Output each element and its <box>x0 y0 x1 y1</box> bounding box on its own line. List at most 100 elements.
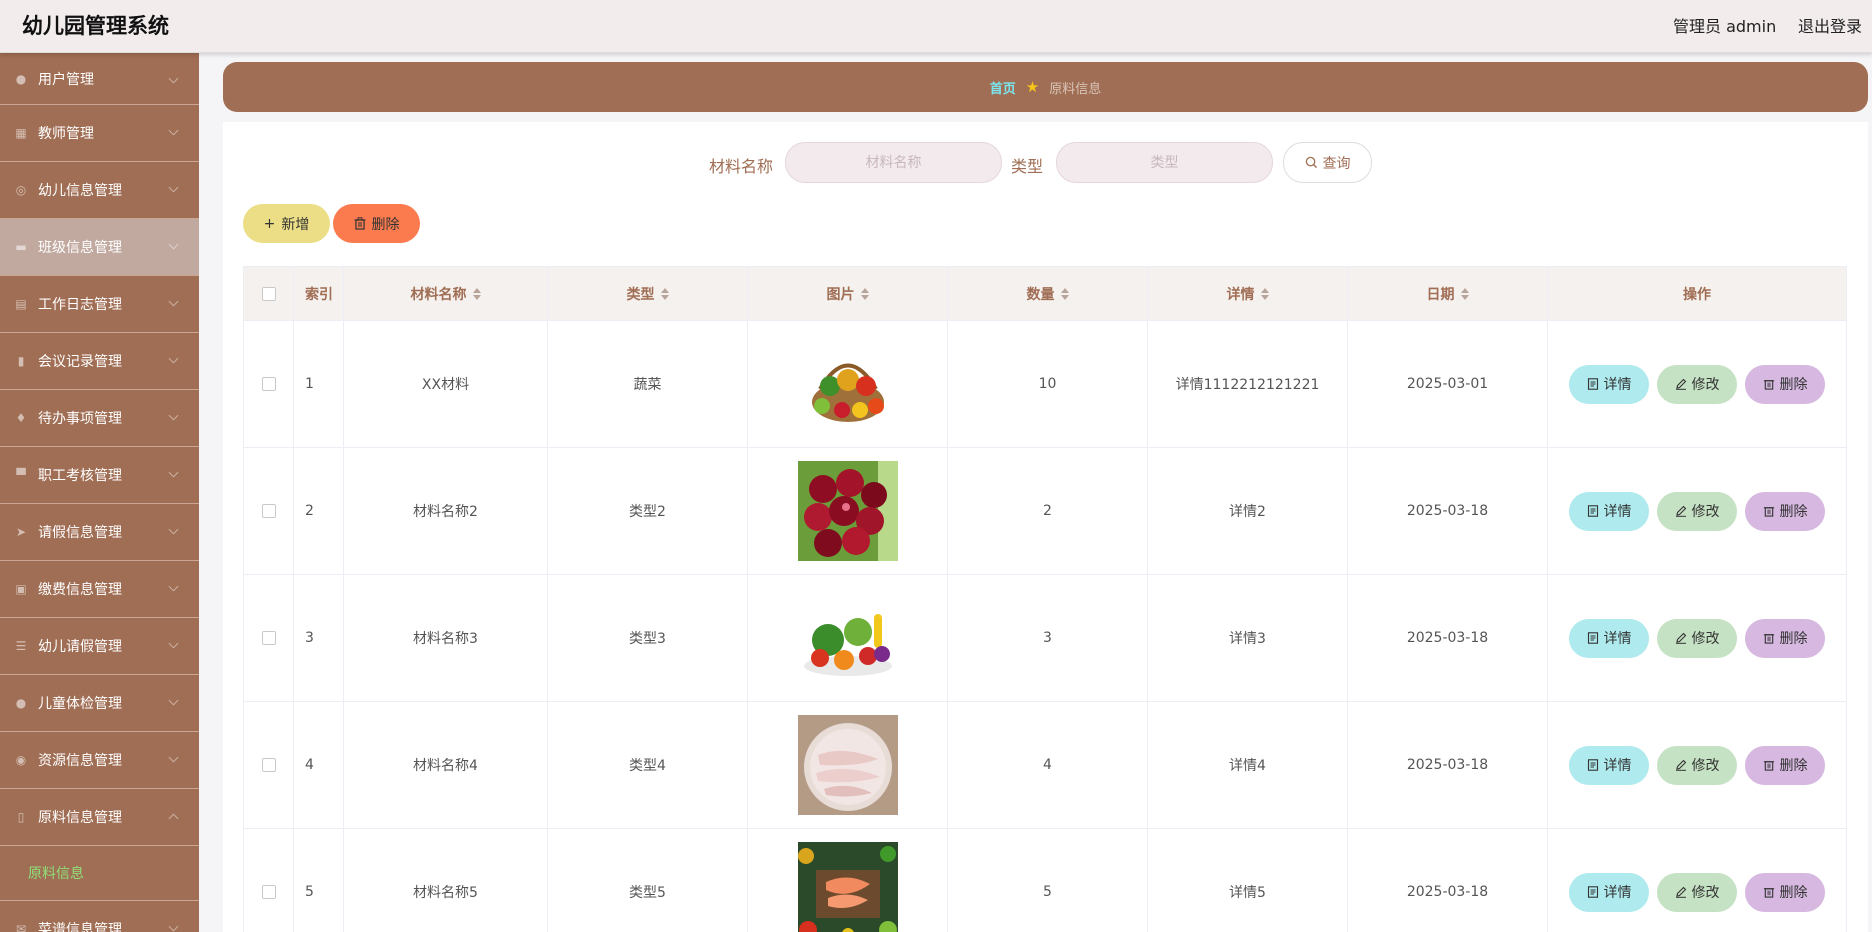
row-edit-button[interactable]: 修改 <box>1657 618 1737 658</box>
cell-image <box>747 575 947 701</box>
material-thumbnail[interactable] <box>797 461 898 561</box>
row-delete-label: 删除 <box>1779 885 1808 901</box>
table-row: 1 XX材料 蔬菜 10 详情1112212121221 2025-03-01 详情 修改 删除 <box>243 321 1847 448</box>
row-detail-label: 详情 <box>1603 377 1632 393</box>
type-input[interactable] <box>1056 142 1273 183</box>
cell-date: 2025-03-18 <box>1347 702 1547 828</box>
sidebar-item-health-check[interactable]: ● 儿童体检管理 <box>0 675 199 732</box>
cell-type: 类型4 <box>547 702 747 828</box>
row-check-cell <box>243 448 293 574</box>
sidebar-item-todo[interactable]: ♦ 待办事项管理 <box>0 390 199 447</box>
sidebar-item-work-log[interactable]: ▤ 工作日志管理 <box>0 276 199 333</box>
chevron-down-icon <box>168 581 179 592</box>
document-icon <box>1587 632 1598 644</box>
document-icon <box>1587 378 1598 390</box>
sidebar-item-label: 请假信息管理 <box>38 525 122 541</box>
sidebar-item-resources[interactable]: ◉ 资源信息管理 <box>0 732 199 789</box>
material-name-input[interactable] <box>785 142 1002 183</box>
row-detail-button[interactable]: 详情 <box>1569 491 1649 531</box>
row-checkbox[interactable] <box>261 758 276 772</box>
select-all-checkbox[interactable] <box>261 286 276 301</box>
sidebar-item-child-leave[interactable]: ☰ 幼儿请假管理 <box>0 618 199 675</box>
row-checkbox[interactable] <box>261 377 276 391</box>
chevron-down-icon <box>168 524 179 535</box>
cell-type: 类型5 <box>547 829 747 932</box>
batch-delete-button[interactable]: 删除 <box>333 204 420 243</box>
row-checkbox[interactable] <box>261 504 276 518</box>
sidebar-item-label: 工作日志管理 <box>38 297 122 313</box>
material-thumbnail[interactable] <box>797 334 898 434</box>
sidebar-item-teachers[interactable]: ▦ 教师管理 <box>0 105 199 162</box>
send-icon: ➤ <box>15 525 27 539</box>
cell-index: 1 <box>293 321 343 447</box>
header-qty[interactable]: 数量 <box>947 267 1147 320</box>
row-check-cell <box>243 321 293 447</box>
row-checkbox[interactable] <box>261 631 276 645</box>
row-detail-label: 详情 <box>1603 885 1632 901</box>
sidebar-subitem-materials-info[interactable]: 原料信息 <box>0 846 199 901</box>
row-edit-button[interactable]: 修改 <box>1657 872 1737 912</box>
material-name-label: 材料名称 <box>709 157 774 176</box>
document-icon <box>1587 759 1598 771</box>
grid-icon: ▦ <box>15 126 27 140</box>
sidebar-item-label: 教师管理 <box>38 126 94 142</box>
header-image[interactable]: 图片 <box>747 267 947 320</box>
header-detail[interactable]: 详情 <box>1147 267 1347 320</box>
header-name[interactable]: 材料名称 <box>343 267 547 320</box>
row-delete-button[interactable]: 删除 <box>1745 491 1825 531</box>
sidebar-item-payment[interactable]: ▣ 缴费信息管理 <box>0 561 199 618</box>
header-type[interactable]: 类型 <box>547 267 747 320</box>
breadcrumb-home-link[interactable]: 首页 <box>990 78 1016 97</box>
cell-qty: 4 <box>947 702 1147 828</box>
header-date[interactable]: 日期 <box>1347 267 1547 320</box>
table-row: 2 材料名称2 类型2 2 详情2 2025-03-18 详情 修改 删除 <box>243 448 1847 575</box>
sidebar-item-staff-eval[interactable]: ▀ 职工考核管理 <box>0 447 199 504</box>
row-detail-button[interactable]: 详情 <box>1569 872 1649 912</box>
row-checkbox[interactable] <box>261 885 276 899</box>
material-thumbnail[interactable] <box>797 715 898 815</box>
search-icon <box>1305 156 1317 169</box>
row-delete-label: 删除 <box>1779 377 1808 393</box>
breadcrumb: 首页 ★ 原料信息 <box>223 62 1868 112</box>
material-thumbnail[interactable] <box>797 842 898 932</box>
sidebar-item-children-info[interactable]: ◎ 幼儿信息管理 <box>0 162 199 219</box>
chevron-down-icon <box>168 125 179 136</box>
row-detail-button[interactable]: 详情 <box>1569 364 1649 404</box>
sidebar-item-recipes[interactable]: ✉ 菜谱信息管理 <box>0 901 199 932</box>
row-delete-button[interactable]: 删除 <box>1745 618 1825 658</box>
logout-link[interactable]: 退出登录 <box>1798 13 1862 37</box>
cell-qty: 2 <box>947 448 1147 574</box>
sort-icon <box>1060 287 1069 300</box>
cell-image <box>747 321 947 447</box>
query-button[interactable]: 查询 <box>1283 142 1372 183</box>
row-detail-button[interactable]: 详情 <box>1569 745 1649 785</box>
pencil-icon <box>1675 886 1686 898</box>
sidebar-subitem-label: 原料信息 <box>28 866 84 882</box>
sidebar-item-users[interactable]: ● 用户管理 <box>0 53 199 105</box>
cell-date: 2025-03-01 <box>1347 321 1547 447</box>
cell-date: 2025-03-18 <box>1347 448 1547 574</box>
sidebar-item-class-info[interactable]: ▬ 班级信息管理 <box>0 219 199 276</box>
table-body: 1 XX材料 蔬菜 10 详情1112212121221 2025-03-01 详情 修改 删除… <box>243 321 1847 932</box>
row-edit-button[interactable]: 修改 <box>1657 745 1737 785</box>
row-delete-button[interactable]: 删除 <box>1745 745 1825 785</box>
cell-date: 2025-03-18 <box>1347 829 1547 932</box>
material-thumbnail[interactable] <box>797 588 898 688</box>
sidebar-item-leave[interactable]: ➤ 请假信息管理 <box>0 504 199 561</box>
cell-type: 类型3 <box>547 575 747 701</box>
row-delete-button[interactable]: 删除 <box>1745 364 1825 404</box>
row-edit-button[interactable]: 修改 <box>1657 491 1737 531</box>
trash-icon <box>354 217 365 230</box>
header-index: 索引 <box>293 267 343 320</box>
sidebar-item-materials[interactable]: ▯ 原料信息管理 <box>0 789 199 846</box>
sidebar-item-label: 用户管理 <box>38 71 94 88</box>
add-button[interactable]: + 新增 <box>243 204 330 243</box>
row-delete-button[interactable]: 删除 <box>1745 872 1825 912</box>
sidebar-item-label: 缴费信息管理 <box>38 582 122 598</box>
row-edit-button[interactable]: 修改 <box>1657 364 1737 404</box>
cell-name: 材料名称3 <box>343 575 547 701</box>
row-detail-button[interactable]: 详情 <box>1569 618 1649 658</box>
cell-type: 类型2 <box>547 448 747 574</box>
sidebar-item-meeting[interactable]: ▮ 会议记录管理 <box>0 333 199 390</box>
trash-icon <box>1763 761 1774 771</box>
